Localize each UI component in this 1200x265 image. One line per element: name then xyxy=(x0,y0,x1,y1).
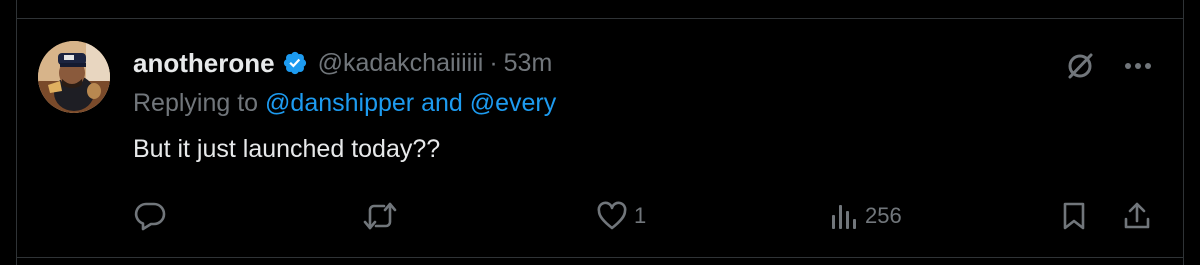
verified-badge-icon[interactable] xyxy=(282,50,308,76)
more-icon[interactable] xyxy=(1121,49,1155,83)
avatar-photo xyxy=(38,41,110,113)
tweet-actions: 1 256 xyxy=(16,195,1183,235)
divider-bottom xyxy=(16,257,1184,258)
reply-icon xyxy=(134,202,166,231)
retweet-icon xyxy=(363,202,397,230)
replying-user-every[interactable]: @every xyxy=(470,89,557,117)
tweet-header: anotherone @kadakchaiiiiii · 53m xyxy=(133,45,552,81)
share-button[interactable] xyxy=(1123,201,1151,231)
replying-user-danshipper[interactable]: @danshipper xyxy=(265,89,414,117)
like-button[interactable]: 1 xyxy=(596,201,646,231)
tweet[interactable]: anotherone @kadakchaiiiiii · 53m Replyin… xyxy=(16,19,1183,257)
bookmark-button[interactable] xyxy=(1061,201,1087,231)
display-name[interactable]: anotherone xyxy=(133,48,275,79)
timestamp[interactable]: 53m xyxy=(504,49,553,78)
replying-prefix: Replying to xyxy=(133,89,259,117)
bookmark-icon xyxy=(1063,202,1085,230)
avatar[interactable] xyxy=(38,41,110,113)
reply-button[interactable] xyxy=(134,201,172,231)
header-actions xyxy=(1063,49,1155,83)
like-count: 1 xyxy=(634,203,647,228)
user-handle[interactable]: @kadakchaiiiiii xyxy=(318,49,484,78)
separator-dot: · xyxy=(489,48,498,77)
replying-and[interactable]: and xyxy=(421,89,463,117)
views-icon xyxy=(832,205,856,229)
grok-icon[interactable] xyxy=(1063,49,1097,83)
replying-to: Replying to @danshipper and @every xyxy=(133,89,556,118)
retweet-button[interactable] xyxy=(362,201,404,231)
views-button[interactable]: 256 xyxy=(829,201,902,231)
views-count: 256 xyxy=(865,203,902,228)
share-icon xyxy=(1124,202,1150,229)
column-border-right xyxy=(1183,0,1184,265)
tweet-text: But it just launched today?? xyxy=(133,135,441,163)
heart-icon xyxy=(597,201,627,230)
